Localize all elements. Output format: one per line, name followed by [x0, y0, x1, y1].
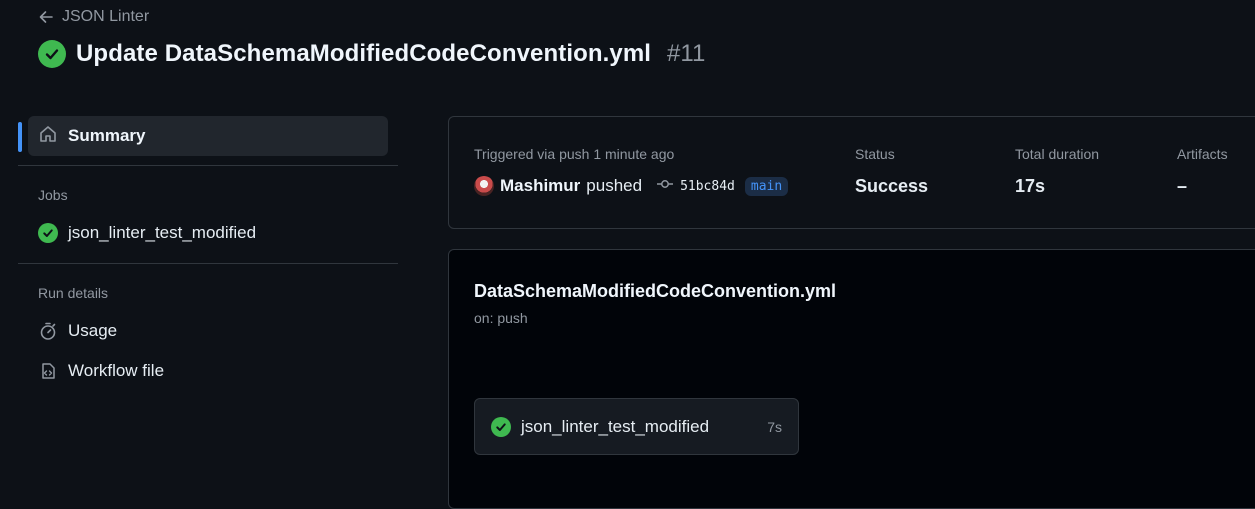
sidebar-item-label: json_linter_test_modified — [68, 223, 257, 242]
sidebar-item-job[interactable]: json_linter_test_modified — [18, 213, 398, 253]
sidebar-item-label: Usage — [68, 321, 118, 340]
file-code-icon — [38, 361, 58, 381]
arrow-left-icon — [38, 9, 54, 25]
job-card[interactable]: json_linter_test_modified 7s — [474, 398, 799, 455]
workflow-file-name: DataSchemaModifiedCodeConvention.yml — [474, 281, 837, 301]
divider — [18, 263, 398, 264]
check-circle-icon — [491, 416, 511, 437]
author-link[interactable]: Mashimur — [500, 176, 580, 196]
sidebar-item-label: Summary — [68, 126, 146, 145]
page-title: Update DataSchemaModifiedCodeConvention.… — [76, 40, 652, 67]
branch-badge[interactable]: main — [744, 176, 789, 196]
breadcrumb[interactable]: JSON Linter — [38, 8, 149, 26]
run-number: #11 — [667, 40, 706, 67]
stopwatch-icon — [38, 321, 58, 341]
status-label: Status — [855, 146, 895, 162]
workflow-graph-panel: DataSchemaModifiedCodeConvention.yml on:… — [448, 249, 1255, 509]
duration-value: 17s — [1015, 176, 1046, 196]
jobs-heading: Jobs — [38, 187, 68, 203]
job-name: json_linter_test_modified — [521, 416, 710, 436]
sidebar-item-label: Workflow file — [68, 361, 165, 380]
artifacts-label: Artifacts — [1177, 146, 1228, 162]
home-icon — [38, 124, 58, 149]
workflow-trigger: on: push — [474, 310, 528, 326]
run-details-heading: Run details — [38, 285, 109, 301]
check-circle-icon — [38, 40, 66, 68]
status-value: Success — [855, 176, 929, 196]
job-duration: 7s — [767, 418, 782, 435]
push-info: Mashimur pushed 51bc84d main — [474, 176, 789, 196]
check-circle-icon — [38, 223, 58, 243]
sidebar-item-workflow-file[interactable]: Workflow file — [18, 351, 398, 391]
active-indicator — [18, 122, 22, 152]
sidebar-item-summary[interactable]: Summary — [18, 116, 388, 156]
commit-sha: 51bc84d — [680, 178, 735, 194]
run-summary-panel: Triggered via push 1 minute ago Mashimur… — [448, 116, 1255, 229]
artifacts-value: – — [1177, 176, 1188, 196]
duration-label: Total duration — [1015, 146, 1100, 162]
trigger-label: Triggered via push 1 minute ago — [474, 146, 675, 162]
git-commit-icon — [656, 178, 674, 194]
divider — [18, 165, 398, 166]
sidebar: Summary Jobs json_linter_test_modified R… — [18, 116, 398, 391]
action-text: pushed — [586, 176, 643, 195]
page-title-row: Update DataSchemaModifiedCodeConvention.… — [38, 40, 705, 68]
avatar[interactable] — [474, 176, 494, 196]
sidebar-item-usage[interactable]: Usage — [18, 311, 398, 351]
back-link[interactable]: JSON Linter — [62, 8, 149, 26]
commit-link[interactable]: 51bc84d — [656, 178, 735, 194]
